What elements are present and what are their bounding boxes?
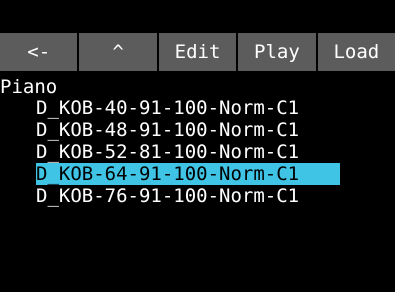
- up-button[interactable]: ^: [79, 33, 159, 71]
- file-item-label: D_KOB-48-91-100-Norm-C1: [36, 119, 300, 141]
- edit-button[interactable]: Edit: [158, 33, 239, 71]
- file-list: D_KOB-40-91-100-Norm-C1 D_KOB-48-91-100-…: [0, 97, 395, 207]
- file-item[interactable]: D_KOB-40-91-100-Norm-C1: [0, 97, 395, 119]
- load-button[interactable]: Load: [317, 33, 395, 71]
- folder-name: Piano: [0, 76, 58, 98]
- file-item-label: D_KOB-76-91-100-Norm-C1: [36, 185, 300, 207]
- play-button[interactable]: Play: [238, 33, 318, 71]
- toolbar: <- ^ Edit Play Load: [0, 33, 395, 71]
- file-item[interactable]: D_KOB-48-91-100-Norm-C1: [0, 119, 395, 141]
- file-item-label: D_KOB-52-81-100-Norm-C1: [36, 141, 300, 163]
- back-button[interactable]: <-: [0, 33, 80, 71]
- file-item-selected[interactable]: D_KOB-64-91-100-Norm-C1: [0, 163, 340, 185]
- file-item-label: D_KOB-40-91-100-Norm-C1: [36, 97, 300, 119]
- file-item[interactable]: D_KOB-76-91-100-Norm-C1: [0, 185, 395, 207]
- file-item-label: D_KOB-64-91-100-Norm-C1: [36, 163, 340, 185]
- file-item[interactable]: D_KOB-52-81-100-Norm-C1: [0, 141, 395, 163]
